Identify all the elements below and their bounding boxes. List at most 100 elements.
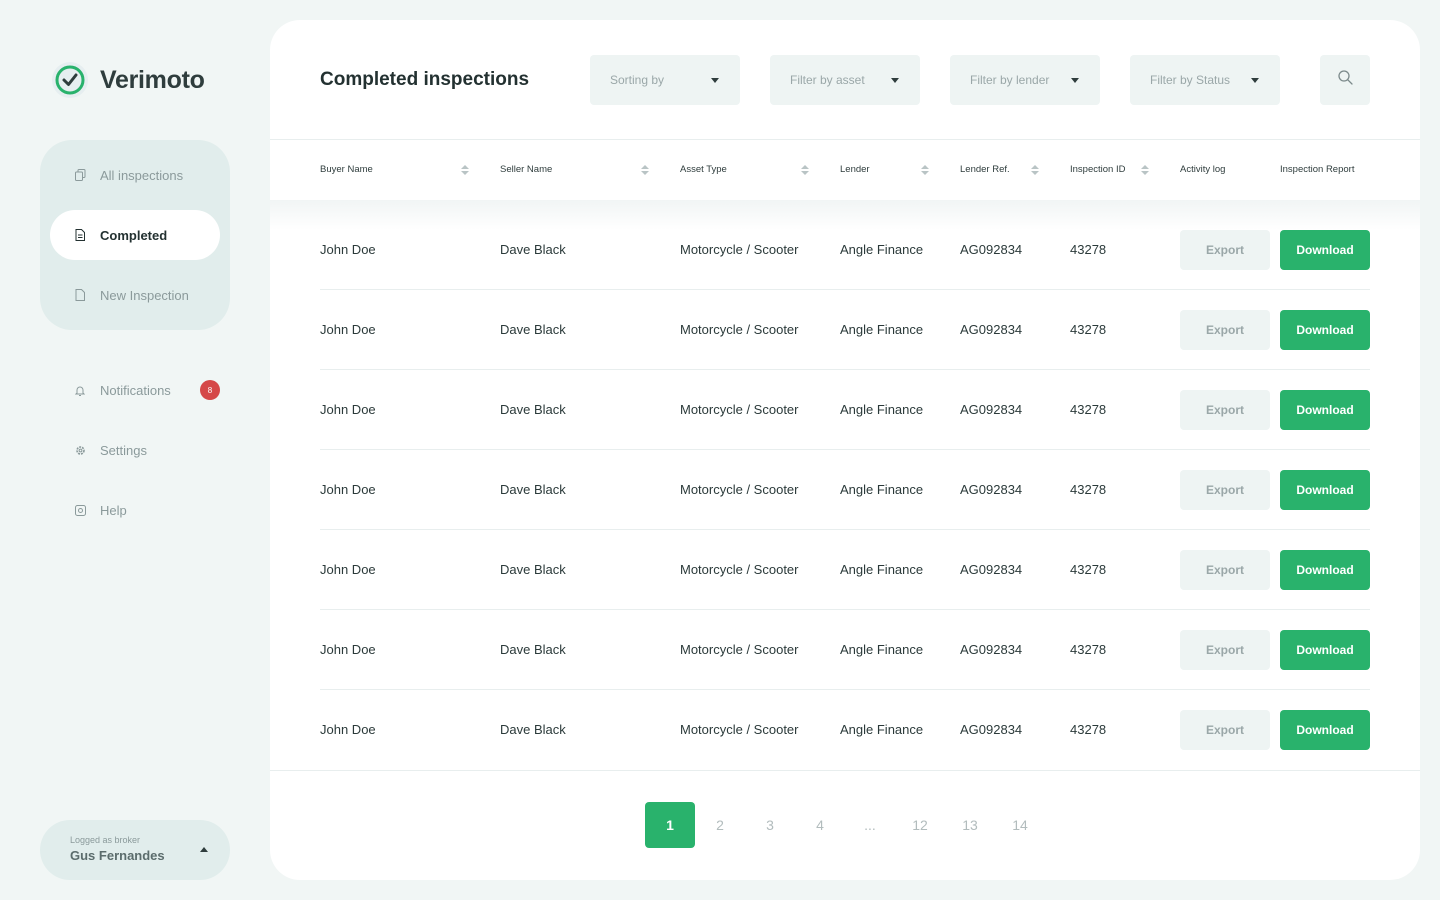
seller-name-cell: Dave Black <box>500 562 566 577</box>
lender-ref-cell: AG092834 <box>960 642 1023 657</box>
table-row: John Doe Dave Black Motorcycle / Scooter… <box>270 210 1420 290</box>
column-header-buyer[interactable]: Buyer Name <box>320 164 373 176</box>
download-button[interactable]: Download <box>1280 470 1370 510</box>
table-row: John Doe Dave Black Motorcycle / Scooter… <box>270 290 1420 370</box>
lender-filter-dropdown[interactable]: Filter by lender <box>950 55 1100 105</box>
copy-icon <box>74 169 86 181</box>
sort-dropdown[interactable]: Sorting by <box>590 55 740 105</box>
buyer-name-cell: John Doe <box>320 642 376 657</box>
page-button[interactable]: 3 <box>745 802 795 848</box>
nav-item-help[interactable]: Help <box>50 490 230 530</box>
brand-name: Verimoto <box>100 65 205 94</box>
nav-item-all-inspections[interactable]: All inspections <box>50 150 220 200</box>
asset-type-cell: Motorcycle / Scooter <box>680 242 799 257</box>
page-button[interactable]: 13 <box>945 802 995 848</box>
user-menu[interactable]: Logged as broker Gus Fernandes <box>40 820 230 880</box>
download-button[interactable]: Download <box>1280 710 1370 750</box>
nav-item-label: All inspections <box>100 167 184 183</box>
asset-filter-dropdown[interactable]: Filter by asset <box>770 55 920 105</box>
asset-type-cell: Motorcycle / Scooter <box>680 642 799 657</box>
download-button[interactable]: Download <box>1280 630 1370 670</box>
column-header-seller[interactable]: Seller Name <box>500 164 552 176</box>
sort-icon[interactable] <box>641 165 649 176</box>
asset-type-cell: Motorcycle / Scooter <box>680 722 799 737</box>
nav-item-label: Notifications <box>100 382 171 398</box>
nav-item-label: Settings <box>100 442 147 458</box>
export-button[interactable]: Export <box>1180 390 1270 430</box>
lender-ref-cell: AG092834 <box>960 722 1023 737</box>
download-button[interactable]: Download <box>1280 230 1370 270</box>
status-filter-dropdown[interactable]: Filter by Status <box>1130 55 1280 105</box>
sort-icon[interactable] <box>1031 165 1039 176</box>
table-row: John Doe Dave Black Motorcycle / Scooter… <box>270 690 1420 770</box>
nav-item-label: Completed <box>100 227 168 243</box>
export-button[interactable]: Export <box>1180 630 1270 670</box>
inspection-id-cell: 43278 <box>1070 642 1107 657</box>
download-button[interactable]: Download <box>1280 390 1370 430</box>
sort-icon[interactable] <box>1141 165 1149 176</box>
export-button[interactable]: Export <box>1180 310 1270 350</box>
seller-name-cell: Dave Black <box>500 722 566 737</box>
export-button[interactable]: Export <box>1180 470 1270 510</box>
checkmark-logo-icon <box>52 62 88 98</box>
column-header-lender[interactable]: Lender <box>840 164 870 176</box>
buyer-name-cell: John Doe <box>320 402 376 417</box>
page-button[interactable]: 12 <box>895 802 945 848</box>
sort-icon[interactable] <box>461 165 469 176</box>
page-button[interactable]: 4 <box>795 802 845 848</box>
download-button[interactable]: Download <box>1280 310 1370 350</box>
lender-ref-cell: AG092834 <box>960 322 1023 337</box>
lender-cell: Angle Finance <box>840 242 924 257</box>
chevron-up-icon <box>200 847 208 852</box>
inspection-id-cell: 43278 <box>1070 322 1107 337</box>
inspection-id-cell: 43278 <box>1070 482 1107 497</box>
lender-cell: Angle Finance <box>840 482 924 497</box>
seller-name-cell: Dave Black <box>500 402 566 417</box>
download-button[interactable]: Download <box>1280 550 1370 590</box>
dropdown-placeholder: Filter by lender <box>970 73 1050 87</box>
inspection-id-cell: 43278 <box>1070 722 1107 737</box>
buyer-name-cell: John Doe <box>320 482 376 497</box>
sort-icon[interactable] <box>801 165 809 176</box>
column-header-lender-ref[interactable]: Lender Ref. <box>960 164 1010 176</box>
column-header-activity-log: Activity log <box>1180 164 1226 175</box>
notification-count-badge: 8 <box>200 380 220 400</box>
asset-type-cell: Motorcycle / Scooter <box>680 482 799 497</box>
nav-item-completed[interactable]: Completed <box>50 210 220 260</box>
dropdown-placeholder: Filter by asset <box>790 73 865 87</box>
brand-logo[interactable]: Verimoto <box>52 62 205 98</box>
document-icon <box>74 229 86 241</box>
inspection-id-cell: 43278 <box>1070 242 1107 257</box>
dropdown-placeholder: Sorting by <box>610 73 665 87</box>
lender-ref-cell: AG092834 <box>960 242 1023 257</box>
asset-type-cell: Motorcycle / Scooter <box>680 322 799 337</box>
export-button[interactable]: Export <box>1180 230 1270 270</box>
asset-type-cell: Motorcycle / Scooter <box>680 402 799 417</box>
bell-icon <box>74 384 86 396</box>
seller-name-cell: Dave Black <box>500 642 566 657</box>
buyer-name-cell: John Doe <box>320 242 376 257</box>
page-button[interactable]: 14 <box>995 802 1045 848</box>
page-title: Completed inspections <box>320 69 530 90</box>
inspection-id-cell: 43278 <box>1070 402 1107 417</box>
nav-item-label: Help <box>100 502 127 518</box>
search-button[interactable] <box>1320 55 1370 105</box>
table-row: John Doe Dave Black Motorcycle / Scooter… <box>270 530 1420 610</box>
column-header-inspection-id[interactable]: Inspection ID <box>1070 164 1125 176</box>
nav-item-new-inspection[interactable]: New Inspection <box>50 270 220 320</box>
sort-icon[interactable] <box>921 165 929 176</box>
help-icon <box>74 504 86 516</box>
asset-type-cell: Motorcycle / Scooter <box>680 562 799 577</box>
page-button[interactable]: 1 <box>645 802 695 848</box>
table-row: John Doe Dave Black Motorcycle / Scooter… <box>270 610 1420 690</box>
lender-cell: Angle Finance <box>840 322 924 337</box>
column-header-asset-type[interactable]: Asset Type <box>680 164 727 176</box>
buyer-name-cell: John Doe <box>320 722 376 737</box>
inspections-panel: Completed inspections Sorting by Filter … <box>270 20 1420 880</box>
export-button[interactable]: Export <box>1180 550 1270 590</box>
page-button[interactable]: 2 <box>695 802 745 848</box>
nav-item-notifications[interactable]: Notifications 8 <box>50 370 230 410</box>
nav-item-settings[interactable]: Settings <box>50 430 230 470</box>
export-button[interactable]: Export <box>1180 710 1270 750</box>
nav-item-label: New Inspection <box>100 287 189 303</box>
